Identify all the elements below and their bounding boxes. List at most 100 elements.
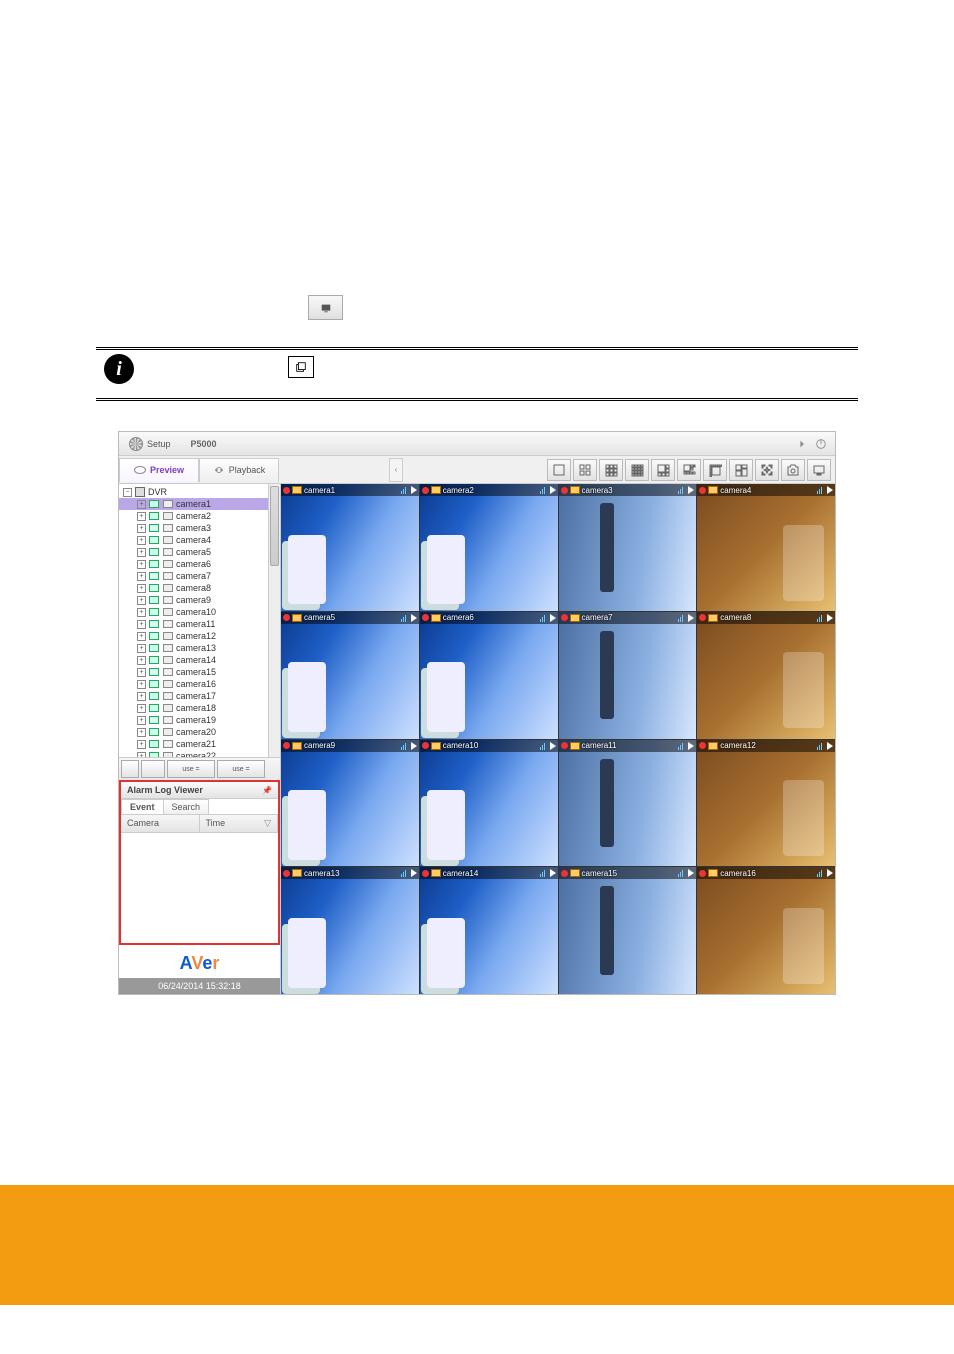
expand-icon[interactable]: + bbox=[137, 632, 146, 641]
expand-icon[interactable]: + bbox=[137, 644, 146, 653]
tree-camera-item[interactable]: +camera6 bbox=[119, 558, 280, 570]
collapse-sidebar-button[interactable]: ‹ bbox=[389, 458, 403, 482]
layout-36-button[interactable] bbox=[703, 459, 727, 481]
display-icon bbox=[163, 536, 173, 544]
tree-scrollbar[interactable] bbox=[268, 484, 280, 757]
video-cell[interactable]: camera7 bbox=[559, 612, 697, 739]
expand-icon[interactable]: + bbox=[137, 692, 146, 701]
layout-1-button[interactable] bbox=[547, 459, 571, 481]
monitor-icon bbox=[308, 295, 343, 320]
expand-icon[interactable]: + bbox=[137, 608, 146, 617]
tree-camera-item[interactable]: +camera4 bbox=[119, 534, 280, 546]
layout-1plus5-button[interactable] bbox=[651, 459, 675, 481]
tree-camera-item[interactable]: +camera10 bbox=[119, 606, 280, 618]
fullscreen-button[interactable] bbox=[755, 459, 779, 481]
video-cell[interactable]: camera3 bbox=[559, 484, 697, 611]
monitor-button[interactable] bbox=[807, 459, 831, 481]
setup-button[interactable]: Setup bbox=[119, 437, 181, 451]
camera-icon bbox=[149, 704, 159, 712]
layout-1plus7-button[interactable] bbox=[677, 459, 701, 481]
signal-icon bbox=[401, 486, 409, 494]
expand-icon[interactable]: + bbox=[137, 656, 146, 665]
video-cell[interactable]: camera8 bbox=[697, 612, 835, 739]
alarm-pin-icon[interactable]: 📌 bbox=[262, 786, 272, 795]
video-cell[interactable]: camera2 bbox=[420, 484, 558, 611]
tree-camera-item[interactable]: +camera19 bbox=[119, 714, 280, 726]
tree-camera-item[interactable]: +camera13 bbox=[119, 642, 280, 654]
display-icon bbox=[163, 728, 173, 736]
collapse-icon[interactable]: − bbox=[123, 488, 132, 497]
minimize-button[interactable] bbox=[797, 438, 809, 450]
layout-16-button[interactable] bbox=[625, 459, 649, 481]
video-cell[interactable]: camera10 bbox=[420, 740, 558, 867]
tree-camera-item[interactable]: +camera15 bbox=[119, 666, 280, 678]
tree-camera-item[interactable]: +camera8 bbox=[119, 582, 280, 594]
power-button[interactable] bbox=[815, 438, 827, 450]
tab-preview[interactable]: Preview bbox=[119, 458, 199, 482]
expand-icon[interactable]: + bbox=[137, 740, 146, 749]
tree-camera-item[interactable]: +camera3 bbox=[119, 522, 280, 534]
video-cell[interactable]: camera5 bbox=[281, 612, 419, 739]
tree-root-dvr[interactable]: −DVR bbox=[119, 486, 280, 498]
tree-camera-item[interactable]: +camera7 bbox=[119, 570, 280, 582]
expand-icon[interactable]: + bbox=[137, 584, 146, 593]
expand-icon[interactable]: + bbox=[137, 572, 146, 581]
video-cell[interactable]: camera11 bbox=[559, 740, 697, 867]
expand-icon[interactable]: + bbox=[137, 620, 146, 629]
camera-tree[interactable]: −DVR+camera1+camera2+camera3+camera4+cam… bbox=[119, 484, 280, 757]
tree-action-3[interactable]: use = bbox=[217, 760, 265, 778]
tree-camera-item[interactable]: +camera14 bbox=[119, 654, 280, 666]
tree-camera-item[interactable]: +camera1 bbox=[119, 498, 280, 510]
video-cell[interactable]: camera6 bbox=[420, 612, 558, 739]
video-cell[interactable]: camera13 bbox=[281, 867, 419, 994]
layout-9-button[interactable] bbox=[599, 459, 623, 481]
tree-camera-item[interactable]: +camera20 bbox=[119, 726, 280, 738]
expand-icon[interactable]: + bbox=[137, 716, 146, 725]
tree-action-2[interactable]: use = bbox=[167, 760, 215, 778]
layout-4-button[interactable] bbox=[573, 459, 597, 481]
tree-camera-item[interactable]: +camera17 bbox=[119, 690, 280, 702]
snapshot-button[interactable] bbox=[781, 459, 805, 481]
tree-action-0[interactable] bbox=[121, 760, 139, 778]
tree-camera-item[interactable]: +camera11 bbox=[119, 618, 280, 630]
record-indicator-icon bbox=[283, 742, 290, 749]
expand-icon[interactable]: + bbox=[137, 728, 146, 737]
alarm-col-time[interactable]: Time ▽ bbox=[200, 815, 279, 832]
video-cell[interactable]: camera4 bbox=[697, 484, 835, 611]
expand-icon[interactable]: + bbox=[137, 512, 146, 521]
video-cell[interactable]: camera14 bbox=[420, 867, 558, 994]
expand-icon[interactable]: + bbox=[137, 752, 146, 758]
expand-icon[interactable]: + bbox=[137, 596, 146, 605]
video-cell[interactable]: camera15 bbox=[559, 867, 697, 994]
alarm-col-camera[interactable]: Camera bbox=[121, 815, 200, 832]
tree-camera-item[interactable]: +camera12 bbox=[119, 630, 280, 642]
video-cell[interactable]: camera16 bbox=[697, 867, 835, 994]
expand-icon[interactable]: + bbox=[137, 500, 146, 509]
expand-icon[interactable]: + bbox=[137, 680, 146, 689]
tree-camera-item[interactable]: +camera5 bbox=[119, 546, 280, 558]
tree-camera-item[interactable]: +camera21 bbox=[119, 738, 280, 750]
speaker-icon bbox=[827, 614, 833, 622]
video-cell[interactable]: camera9 bbox=[281, 740, 419, 867]
expand-icon[interactable]: + bbox=[137, 704, 146, 713]
alarm-tab-search[interactable]: Search bbox=[163, 799, 210, 814]
tree-camera-item[interactable]: +camera2 bbox=[119, 510, 280, 522]
expand-icon[interactable]: + bbox=[137, 560, 146, 569]
tree-camera-item[interactable]: +camera22 bbox=[119, 750, 280, 757]
expand-icon[interactable]: + bbox=[137, 536, 146, 545]
video-cell[interactable]: camera1 bbox=[281, 484, 419, 611]
expand-icon[interactable]: + bbox=[137, 668, 146, 677]
tree-camera-item[interactable]: +camera9 bbox=[119, 594, 280, 606]
tab-playback[interactable]: Playback bbox=[199, 458, 279, 482]
video-cell[interactable]: camera12 bbox=[697, 740, 835, 867]
display-icon bbox=[163, 608, 173, 616]
tree-camera-item[interactable]: +camera18 bbox=[119, 702, 280, 714]
alarm-tab-event[interactable]: Event bbox=[121, 799, 164, 814]
tree-camera-item[interactable]: +camera16 bbox=[119, 678, 280, 690]
expand-icon[interactable]: + bbox=[137, 548, 146, 557]
page-footer-bar bbox=[0, 1185, 954, 1305]
layout-custom-button[interactable] bbox=[729, 459, 753, 481]
tree-action-1[interactable] bbox=[141, 760, 165, 778]
expand-icon[interactable]: + bbox=[137, 524, 146, 533]
camera-icon bbox=[149, 536, 159, 544]
